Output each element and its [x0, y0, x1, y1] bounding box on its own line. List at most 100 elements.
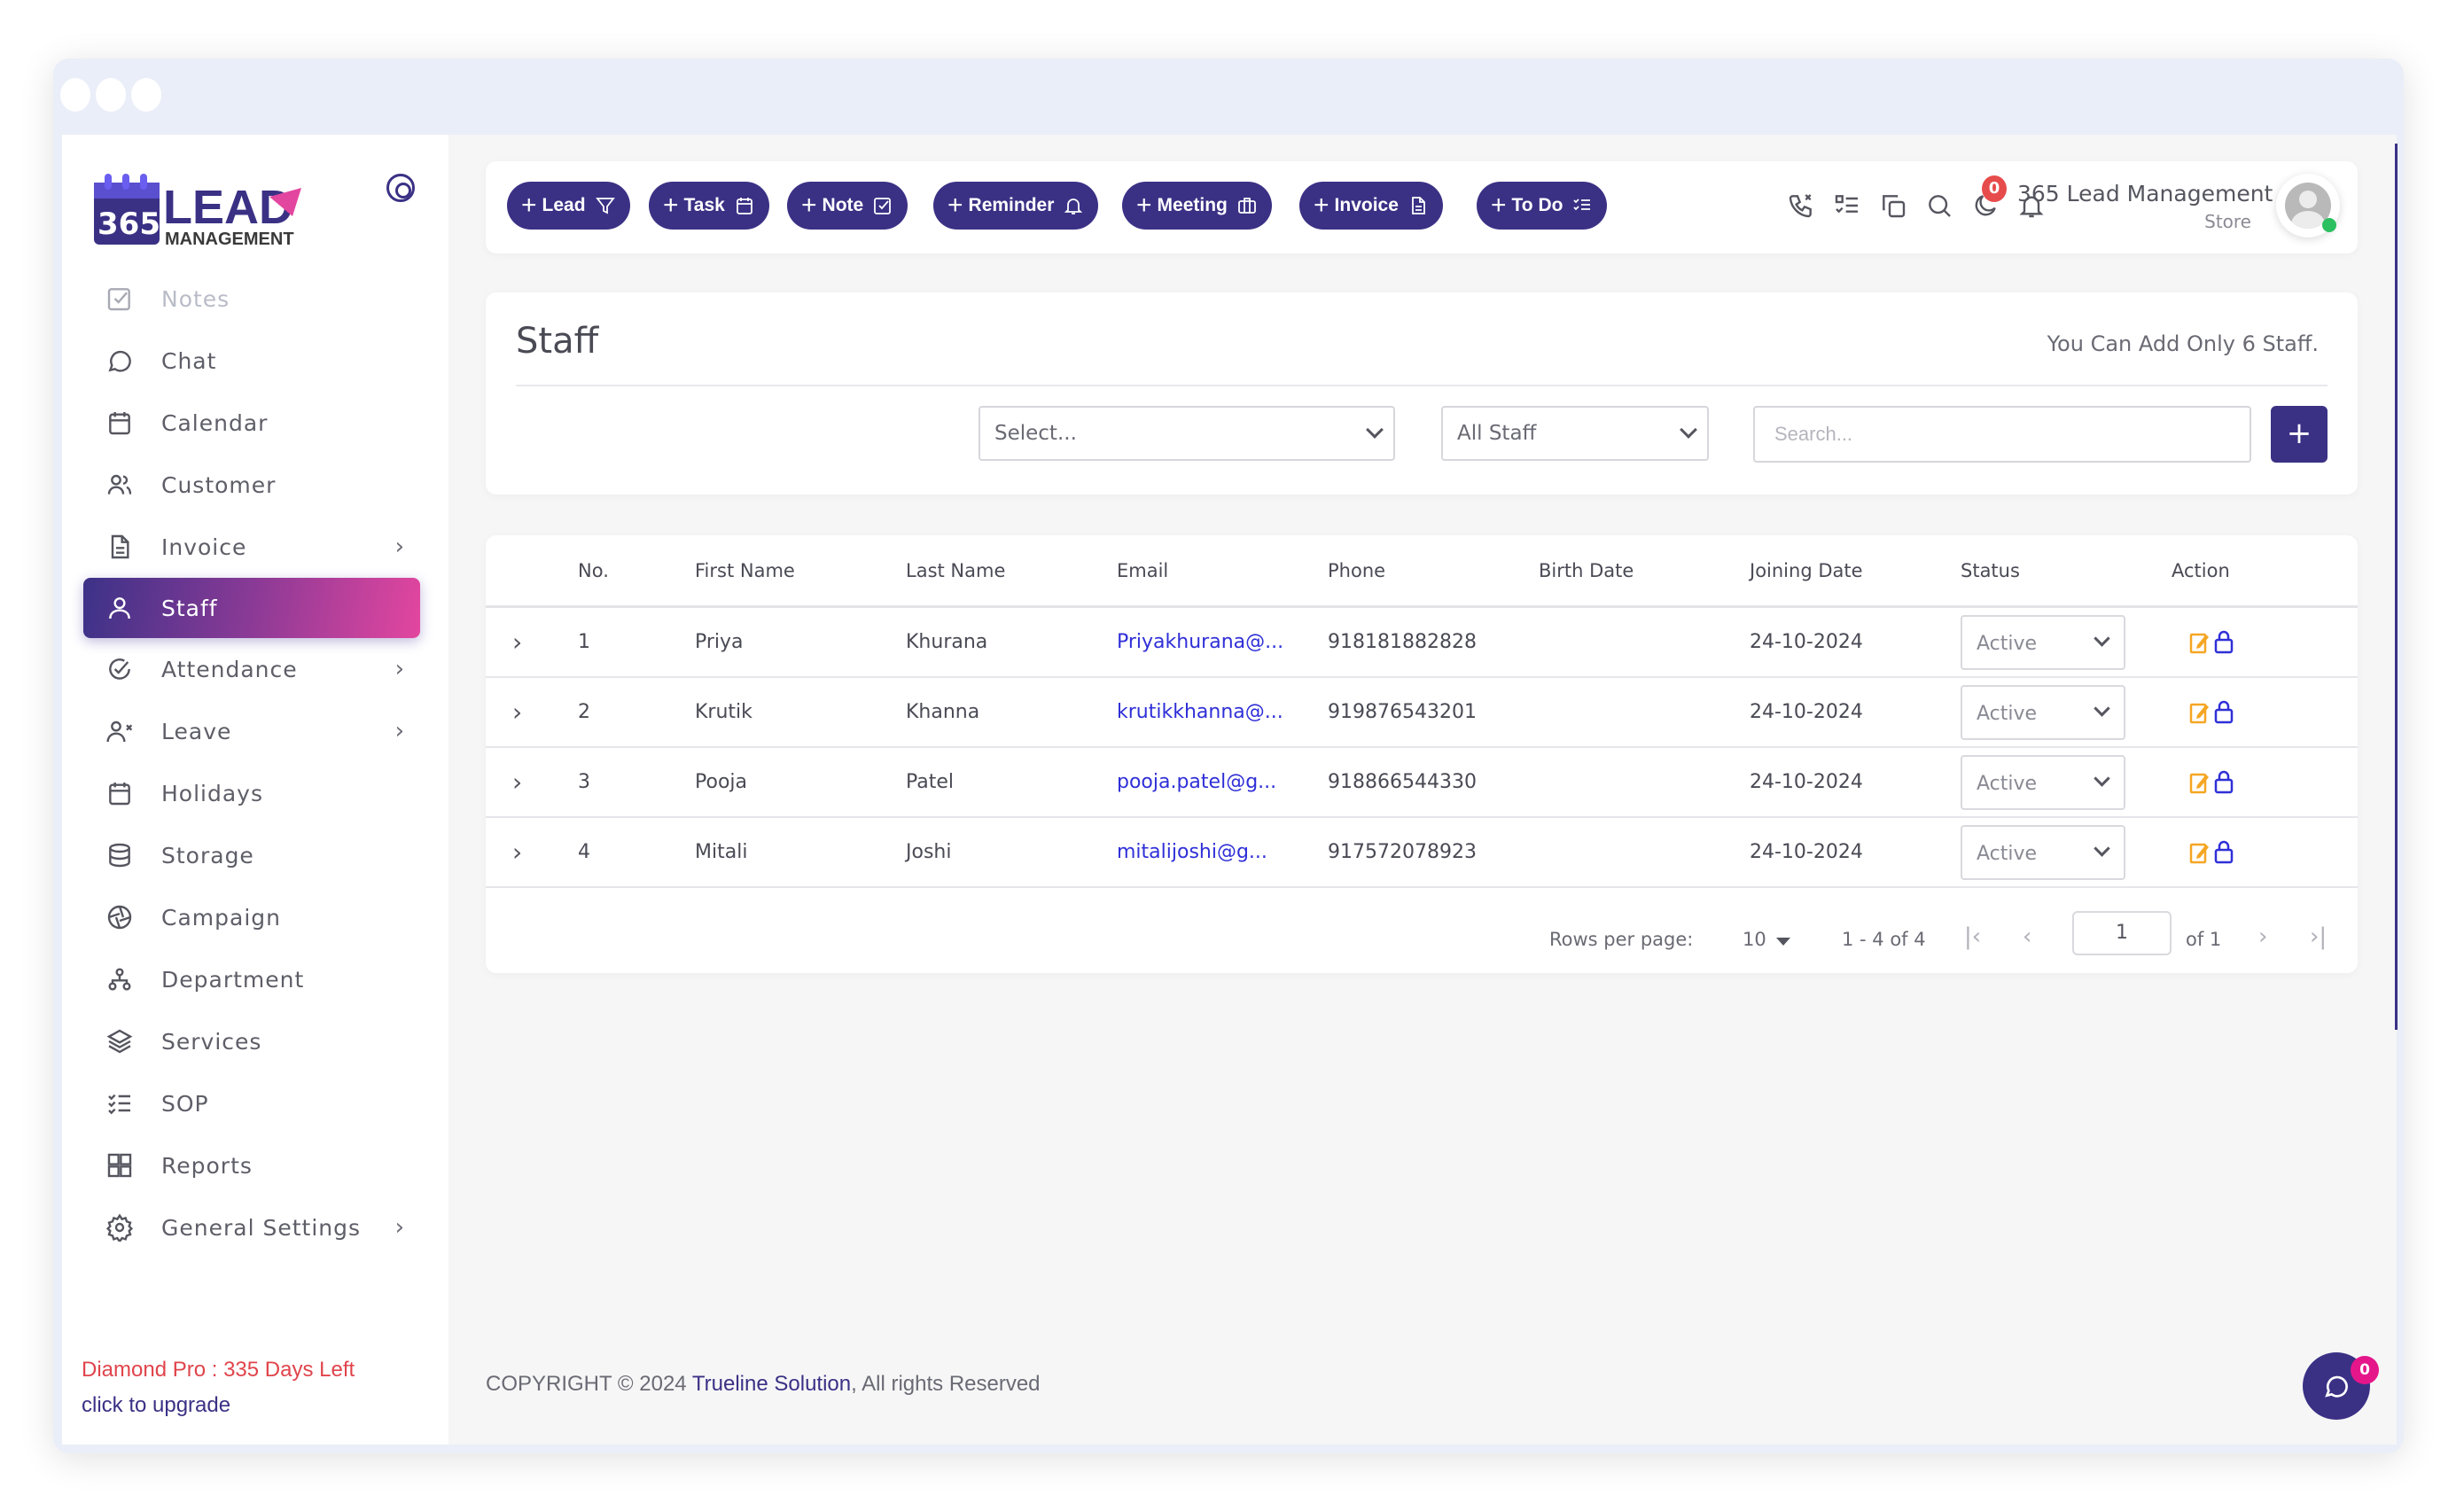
sidebar-item-label: Invoice	[161, 534, 247, 560]
filter-select[interactable]: Select...	[979, 406, 1395, 461]
next-page-button[interactable]: ›	[2258, 923, 2267, 950]
sidebar-item-department[interactable]: Department	[83, 948, 420, 1010]
todo-list-button[interactable]	[1831, 188, 1863, 223]
cell-phone: 918866544330	[1328, 771, 1477, 793]
svg-text:MANAGEMENT: MANAGEMENT	[165, 230, 294, 248]
divider	[516, 385, 2328, 386]
edit-icon[interactable]	[2189, 701, 2211, 724]
add-invoice-button[interactable]: + Invoice	[1299, 182, 1443, 230]
status-select[interactable]: Active	[1961, 825, 2125, 880]
brand-logo[interactable]: 365 LEAD MANAGEMENT	[92, 170, 314, 249]
window-maximize-button[interactable]	[131, 78, 161, 112]
sidebar-item-sop[interactable]: SOP	[83, 1072, 420, 1134]
sidebar-item-notes[interactable]: Notes	[83, 268, 420, 330]
edit-icon[interactable]	[2189, 771, 2211, 794]
sidebar-item-invoice[interactable]: Invoice ›	[83, 516, 420, 578]
sidebar-item-services[interactable]: Services	[83, 1010, 420, 1072]
status-value: Active	[1977, 773, 2038, 795]
last-page-button[interactable]: ›|	[2310, 923, 2327, 950]
lock-icon[interactable]	[2214, 839, 2234, 864]
edit-icon[interactable]	[2189, 631, 2211, 654]
cell-email-link[interactable]: krutikkhanna@...	[1117, 701, 1283, 723]
column-header-last-name[interactable]: Last Name	[906, 560, 1005, 581]
chevron-right-icon: ›	[394, 1214, 404, 1241]
column-header-joining-date[interactable]: Joining Date	[1750, 560, 1863, 581]
page-scrollbar[interactable]	[2395, 144, 2398, 1030]
add-staff-button[interactable]: +	[2271, 406, 2328, 463]
chat-icon	[105, 346, 135, 376]
table-row: › 2 Krutik Khanna krutikkhanna@... 91987…	[486, 678, 2358, 748]
copy-button[interactable]	[1877, 188, 1909, 223]
column-header-status[interactable]: Status	[1961, 560, 2020, 581]
lock-icon[interactable]	[2214, 769, 2234, 794]
sidebar-item-holidays[interactable]: Holidays	[83, 762, 420, 824]
plan-status: Diamond Pro : 335 Days Left	[82, 1358, 355, 1382]
column-header-birth-date[interactable]: Birth Date	[1539, 560, 1634, 581]
add-meeting-button[interactable]: + Meeting	[1122, 182, 1272, 230]
cell-joining-date: 24-10-2024	[1750, 841, 1863, 863]
status-select[interactable]: Active	[1961, 755, 2125, 810]
sidebar-toggle-button[interactable]	[386, 174, 415, 202]
calendar-icon	[736, 198, 752, 214]
lock-icon[interactable]	[2214, 629, 2234, 654]
plus-icon: +	[663, 191, 679, 220]
status-select[interactable]: Active	[1961, 615, 2125, 670]
add-note-button[interactable]: + Note	[787, 182, 908, 230]
cell-email-link[interactable]: Priyakhurana@...	[1117, 631, 1283, 653]
sidebar-item-attendance[interactable]: Attendance ›	[83, 638, 420, 700]
sidebar-item-leave[interactable]: Leave ›	[83, 700, 420, 762]
company-link[interactable]: Trueline Solution	[692, 1372, 851, 1396]
sidebar-item-staff[interactable]: Staff	[83, 578, 420, 638]
status-value: Active	[1977, 703, 2038, 725]
page-total: of 1	[2186, 929, 2222, 950]
grid-icon	[105, 1150, 135, 1180]
search-button[interactable]	[1923, 188, 1955, 223]
expand-row-button[interactable]: ›	[512, 767, 534, 797]
add-todo-button[interactable]: + To Do	[1477, 182, 1608, 230]
upgrade-link[interactable]: click to upgrade	[82, 1393, 230, 1418]
table-header: No. First Name Last Name Email Phone Bir…	[486, 535, 2358, 608]
first-page-button[interactable]: |‹	[1964, 923, 1981, 950]
sidebar-item-calendar[interactable]: Calendar	[83, 392, 420, 454]
column-header-phone[interactable]: Phone	[1328, 560, 1385, 581]
expand-row-button[interactable]: ›	[512, 837, 534, 867]
prev-page-button[interactable]: ‹	[2023, 923, 2031, 950]
expand-row-button[interactable]: ›	[512, 697, 534, 727]
add-reminder-button[interactable]: + Reminder	[933, 182, 1099, 230]
window-minimize-button[interactable]	[96, 78, 126, 112]
copyright-text: COPYRIGHT © 2024	[486, 1372, 692, 1396]
expand-row-button[interactable]: ›	[512, 627, 534, 657]
online-status-indicator	[2322, 218, 2336, 232]
checklist-icon	[105, 1088, 135, 1118]
sidebar-item-reports[interactable]: Reports	[83, 1134, 420, 1196]
caret-down-icon[interactable]	[1776, 938, 1790, 946]
status-select[interactable]: Active	[1961, 685, 2125, 740]
lock-icon[interactable]	[2214, 699, 2234, 724]
column-header-no[interactable]: No.	[578, 560, 609, 581]
edit-icon[interactable]	[2189, 841, 2211, 864]
search-input[interactable]	[1753, 406, 2251, 463]
add-lead-button[interactable]: + Lead	[507, 182, 630, 230]
avatar[interactable]	[2276, 174, 2340, 238]
add-task-button[interactable]: + Task	[649, 182, 769, 230]
missed-call-button[interactable]	[1785, 188, 1817, 223]
cell-email-link[interactable]: pooja.patel@g...	[1117, 771, 1276, 793]
column-header-first-name[interactable]: First Name	[695, 560, 795, 581]
sidebar-item-customer[interactable]: Customer	[83, 454, 420, 516]
sidebar-item-general-settings[interactable]: General Settings ›	[83, 1196, 420, 1258]
staff-type-select[interactable]: All Staff	[1441, 406, 1709, 461]
toolbar-icon-group	[1785, 188, 2047, 223]
sidebar-item-campaign[interactable]: Campaign	[83, 886, 420, 948]
column-header-email[interactable]: Email	[1117, 560, 1168, 581]
cell-first-name: Pooja	[695, 771, 747, 793]
sidebar-item-chat[interactable]: Chat	[83, 330, 420, 392]
page-range: 1 - 4 of 4	[1842, 929, 1926, 950]
sidebar-item-storage[interactable]: Storage	[83, 824, 420, 886]
cell-first-name: Mitali	[695, 841, 748, 863]
checklist-icon	[1573, 199, 1591, 211]
page-number-input[interactable]: 1	[2072, 911, 2172, 955]
rows-per-page-select[interactable]: 10	[1743, 929, 1766, 950]
window-close-button[interactable]	[60, 78, 90, 112]
cell-email-link[interactable]: mitalijoshi@g...	[1117, 841, 1267, 863]
database-icon	[105, 840, 135, 870]
